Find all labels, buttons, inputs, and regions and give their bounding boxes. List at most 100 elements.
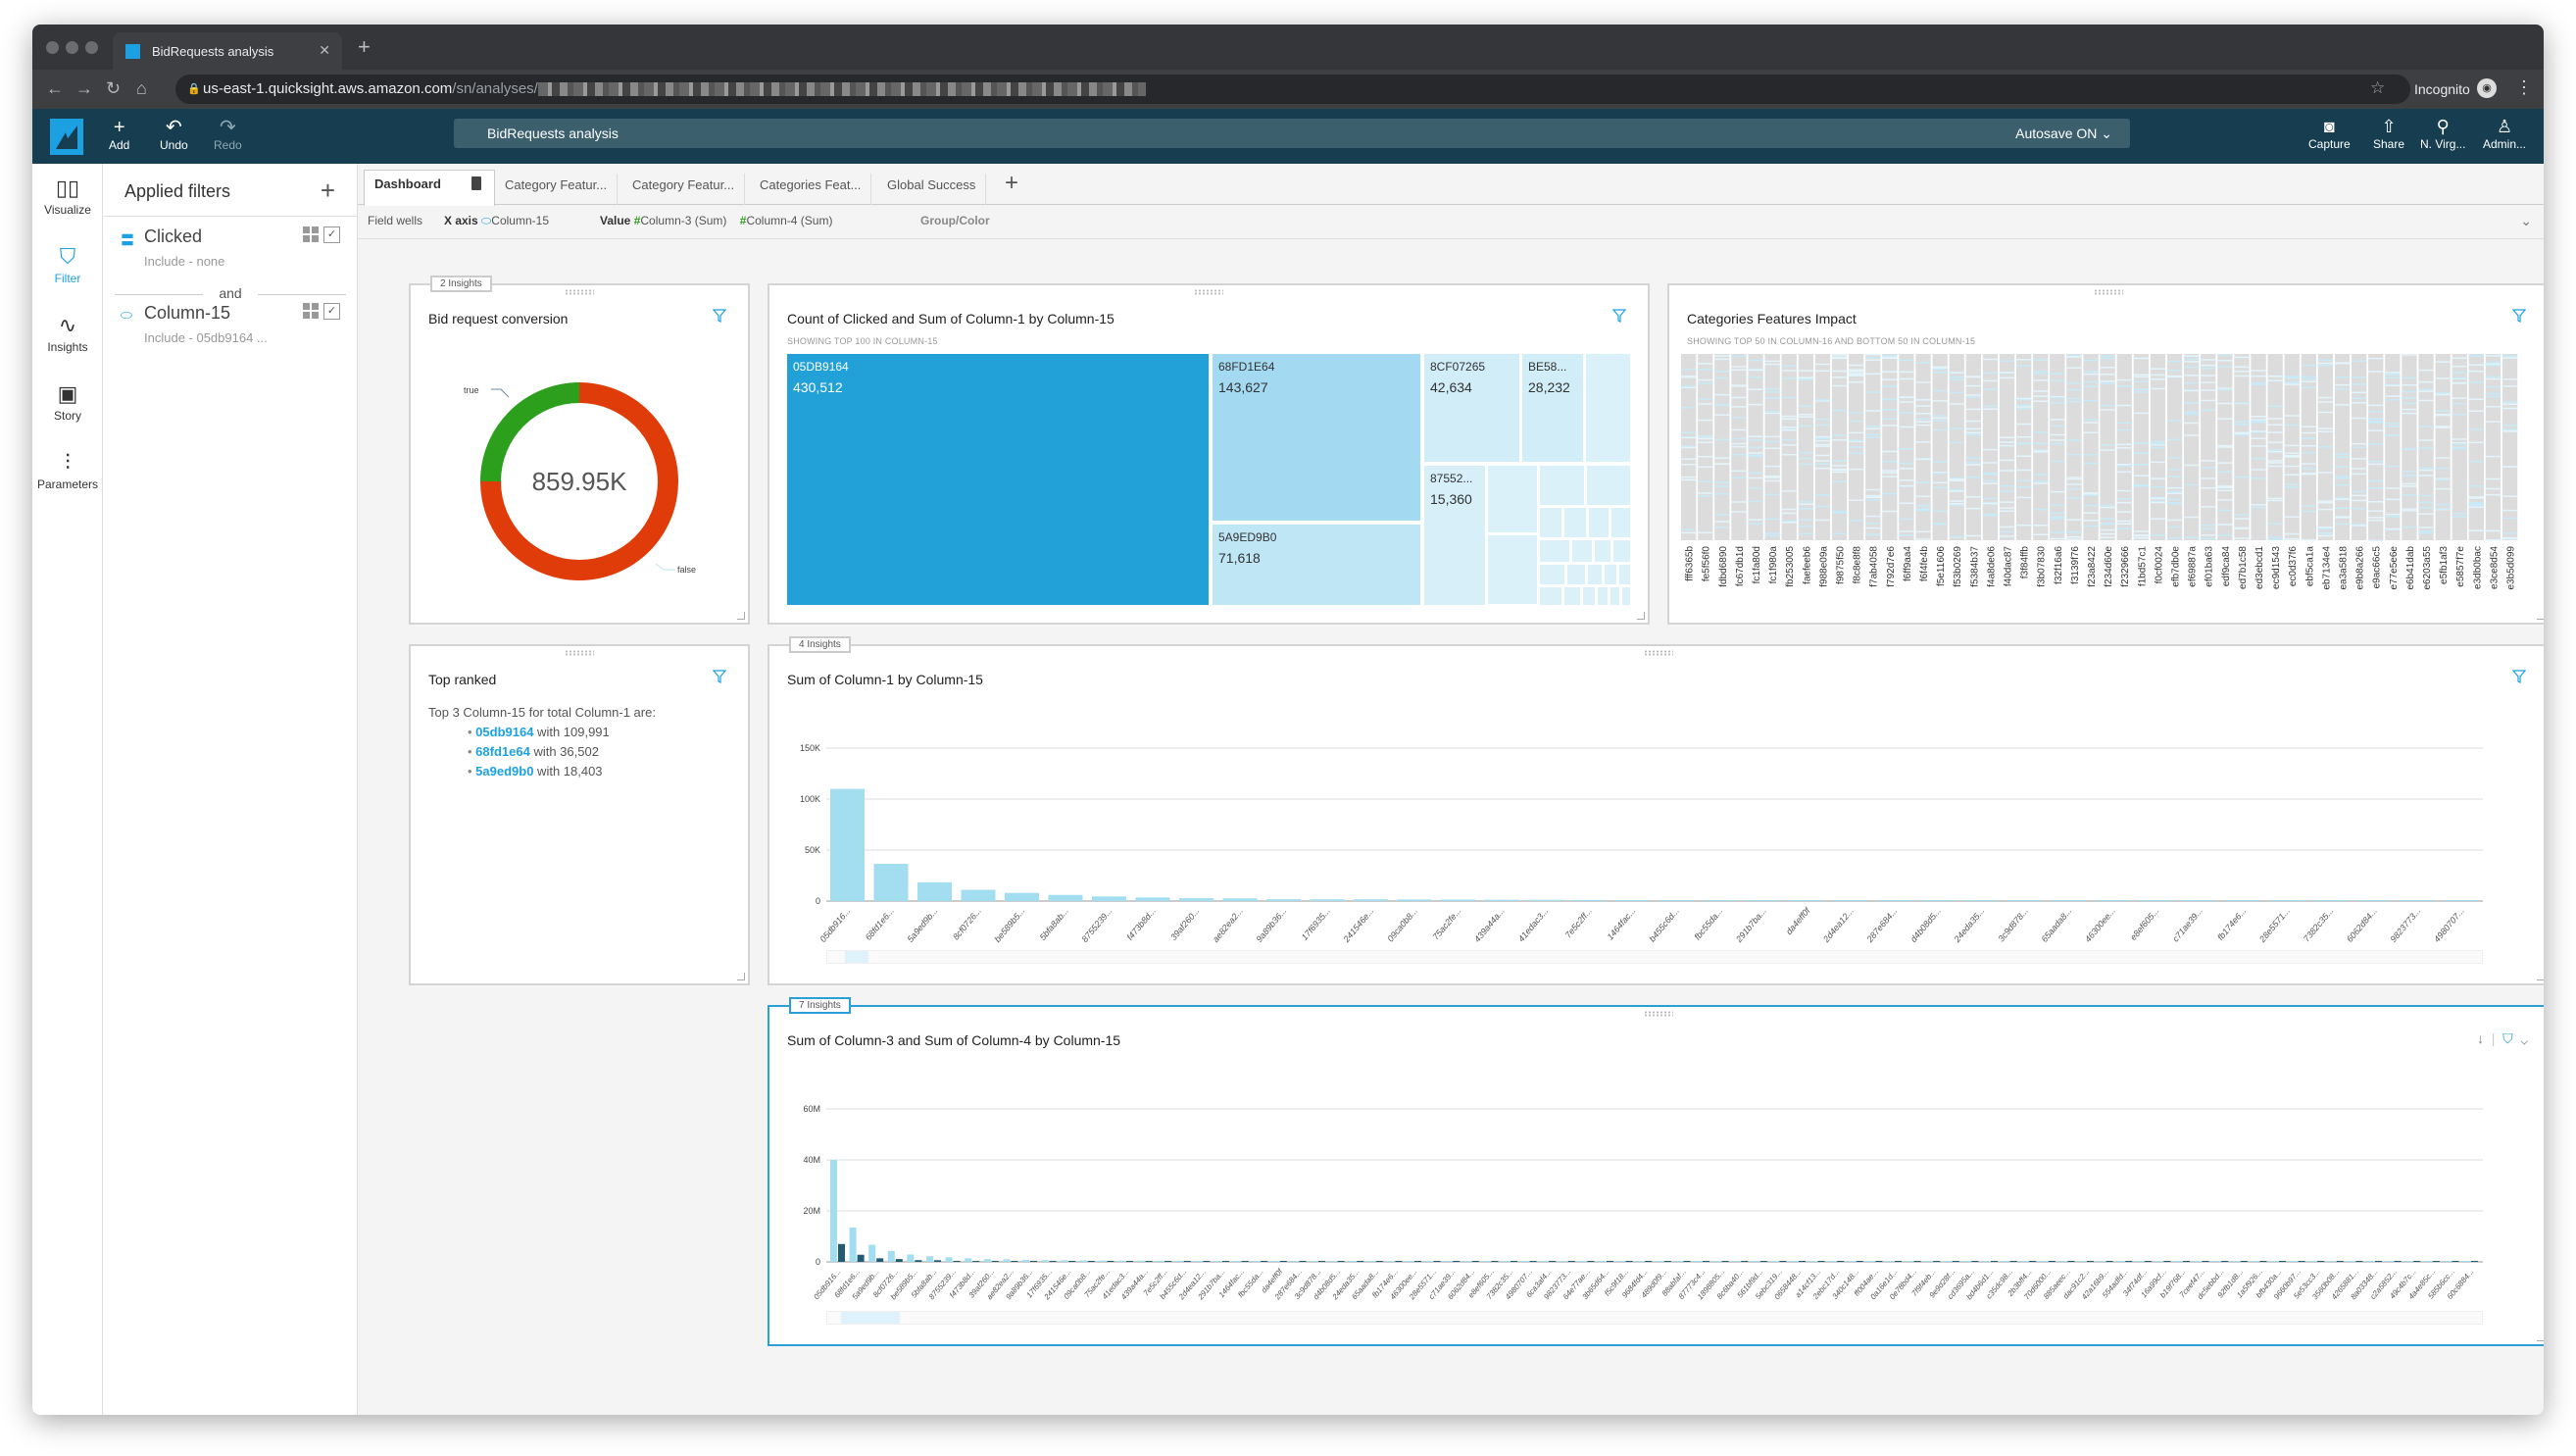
bookmark-star-icon[interactable]: ☆ xyxy=(2370,78,2385,98)
address-bar[interactable]: 🔒 us-east-1.quicksight.aws.amazon.com/sn… xyxy=(175,75,2410,104)
analysis-title-field[interactable]: BidRequests analysis Autosave ON ⌄ xyxy=(454,119,2130,148)
tab-categories-features[interactable]: Categories Feat... xyxy=(750,174,872,205)
back-arrow-icon[interactable]: ← xyxy=(46,78,64,99)
visual-menu-chevron-icon[interactable]: ⌄ xyxy=(2520,1030,2528,1046)
tab-category-features-2[interactable]: Category Featur... xyxy=(622,174,746,205)
drag-handle[interactable] xyxy=(1194,289,1223,295)
ranked-key-link[interactable]: 5a9ed9b0 xyxy=(475,764,533,778)
add-button[interactable]: + Add xyxy=(109,117,129,152)
filter-enabled-checkbox[interactable]: ✓ xyxy=(323,226,340,243)
resize-handle[interactable] xyxy=(2537,1333,2544,1341)
resize-handle[interactable] xyxy=(2537,612,2544,620)
filter-enabled-checkbox[interactable]: ✓ xyxy=(323,303,340,320)
treemap-cell[interactable] xyxy=(1598,587,1608,605)
collapse-chevron-icon[interactable]: ⌄ xyxy=(2520,206,2532,235)
treemap-cell[interactable] xyxy=(1540,587,1561,605)
browser-tab[interactable]: BidRequests analysis ✕ xyxy=(113,32,342,70)
chart-scrollbar[interactable] xyxy=(826,950,2483,964)
autosave-dropdown[interactable]: Autosave ON ⌄ xyxy=(2015,119,2112,148)
user-button[interactable]: ♙ Admin... xyxy=(2483,116,2526,151)
rail-visualize[interactable]: ▯▯ Visualize xyxy=(32,176,103,217)
share-button[interactable]: ⇧ Share xyxy=(2373,116,2404,151)
heatmap-card[interactable]: Categories Features Impact SHOWING TOP 5… xyxy=(1667,283,2544,625)
treemap-cell[interactable] xyxy=(1619,565,1630,584)
filter-icon[interactable] xyxy=(713,670,726,683)
field-wells-label[interactable]: Field wells xyxy=(368,206,422,235)
top-ranked-card[interactable]: Top ranked Top 3 Column-15 for total Col… xyxy=(409,644,750,985)
treemap-cell[interactable] xyxy=(1567,565,1585,584)
home-icon[interactable]: ⌂ xyxy=(136,78,147,99)
tab-global-success[interactable]: Global Success xyxy=(877,174,987,205)
treemap-cell[interactable] xyxy=(1588,565,1602,584)
reload-icon[interactable]: ↻ xyxy=(106,78,121,99)
treemap-cell[interactable] xyxy=(1540,540,1569,562)
treemap-cell[interactable]: BE58... 28,232 xyxy=(1522,354,1583,462)
treemap-cell[interactable] xyxy=(1488,535,1537,604)
download-arrow-icon[interactable]: ↓ xyxy=(2477,1030,2484,1046)
treemap-cell[interactable] xyxy=(1540,565,1564,584)
filter-icon[interactable] xyxy=(713,309,726,323)
undo-button[interactable]: ↶ Undo xyxy=(160,117,188,152)
scrollbar-thumb[interactable] xyxy=(841,1312,900,1324)
filter-icon[interactable] xyxy=(2512,309,2526,323)
ranked-key-link[interactable]: 68fd1e64 xyxy=(475,744,530,759)
treemap-cell[interactable] xyxy=(1587,466,1630,505)
forward-arrow-icon[interactable]: → xyxy=(75,78,93,99)
rail-insights[interactable]: ∿ Insights xyxy=(32,313,103,354)
treemap-cell[interactable]: 68FD1E64 143,627 xyxy=(1213,354,1420,521)
window-minimize-button[interactable] xyxy=(66,41,78,54)
drag-handle[interactable] xyxy=(1644,1011,1673,1017)
treemap-cell[interactable] xyxy=(1586,354,1630,462)
window-maximize-button[interactable] xyxy=(85,41,98,54)
region-button[interactable]: ⚲ N. Virg... xyxy=(2420,116,2465,151)
apply-to-visuals-icon[interactable] xyxy=(303,226,319,242)
delete-sheet-icon[interactable] xyxy=(471,176,481,190)
apply-to-visuals-icon[interactable] xyxy=(303,303,319,319)
treemap-cell[interactable]: 87552... 15,360 xyxy=(1424,466,1485,605)
drag-handle[interactable] xyxy=(2094,289,2123,295)
browser-menu-icon[interactable]: ⋮ xyxy=(2515,77,2533,98)
insights-badge[interactable]: 7 Insights xyxy=(789,997,851,1014)
add-filter-button[interactable]: + xyxy=(321,176,335,206)
insights-badge[interactable]: 4 Insights xyxy=(789,636,851,653)
value-well[interactable]: Value #Column-3 (Sum) #Column-4 (Sum) xyxy=(600,206,832,235)
drag-handle[interactable] xyxy=(1644,650,1673,656)
quicksight-logo-icon[interactable] xyxy=(50,119,83,155)
ranked-key-link[interactable]: 05db9164 xyxy=(475,725,533,739)
treemap-card[interactable]: Count of Clicked and Sum of Column-1 by … xyxy=(768,283,1650,625)
rail-story[interactable]: ▣ Story xyxy=(32,381,103,423)
treemap-cell[interactable] xyxy=(1583,587,1595,605)
filter-icon[interactable] xyxy=(2512,670,2526,683)
capture-button[interactable]: ◙ Capture xyxy=(2308,116,2351,151)
drag-handle[interactable] xyxy=(565,650,594,656)
treemap-cell[interactable]: 8CF07265 42,634 xyxy=(1424,354,1519,462)
window-close-button[interactable] xyxy=(46,41,59,54)
close-tab-icon[interactable]: ✕ xyxy=(319,42,330,59)
redo-button[interactable]: ↷ Redo xyxy=(214,117,242,152)
rail-filter[interactable]: ⛉ Filter xyxy=(32,244,103,285)
treemap-cell[interactable] xyxy=(1540,508,1561,537)
tab-category-features-1[interactable]: Category Featur... xyxy=(495,174,619,205)
donut-card[interactable]: 2 Insights Bid request conversion 859.95… xyxy=(409,276,750,625)
treemap-cell[interactable]: 05DB9164 430,512 xyxy=(787,354,1209,605)
xaxis-well[interactable]: X axis ⬭Column-15 xyxy=(444,206,549,235)
treemap-cell[interactable] xyxy=(1488,466,1537,532)
scrollbar-thumb[interactable] xyxy=(845,951,868,963)
treemap-cell[interactable] xyxy=(1613,540,1630,562)
treemap-cell[interactable] xyxy=(1605,565,1616,584)
insights-badge[interactable]: 2 Insights xyxy=(430,276,492,292)
group-color-well[interactable]: Group/Color xyxy=(920,206,990,235)
treemap-cell[interactable] xyxy=(1540,466,1584,505)
treemap-cell[interactable]: 5A9ED9B0 71,618 xyxy=(1213,525,1420,605)
treemap-cell[interactable] xyxy=(1564,508,1586,537)
resize-handle[interactable] xyxy=(737,973,745,980)
rail-parameters[interactable]: ⫶ Parameters xyxy=(32,450,103,491)
treemap-cell[interactable] xyxy=(1572,540,1592,562)
resize-handle[interactable] xyxy=(1637,612,1645,620)
add-sheet-button[interactable]: + xyxy=(1005,170,1018,197)
filter-icon[interactable] xyxy=(1612,309,1626,323)
filter-icon[interactable]: ⛉ xyxy=(2502,1030,2513,1046)
chart-scrollbar[interactable] xyxy=(826,1311,2483,1325)
clustered-bar-chart-card[interactable]: 7 Insights Sum of Column-3 and Sum of Co… xyxy=(768,997,2544,1346)
treemap-cell[interactable] xyxy=(1622,587,1630,605)
